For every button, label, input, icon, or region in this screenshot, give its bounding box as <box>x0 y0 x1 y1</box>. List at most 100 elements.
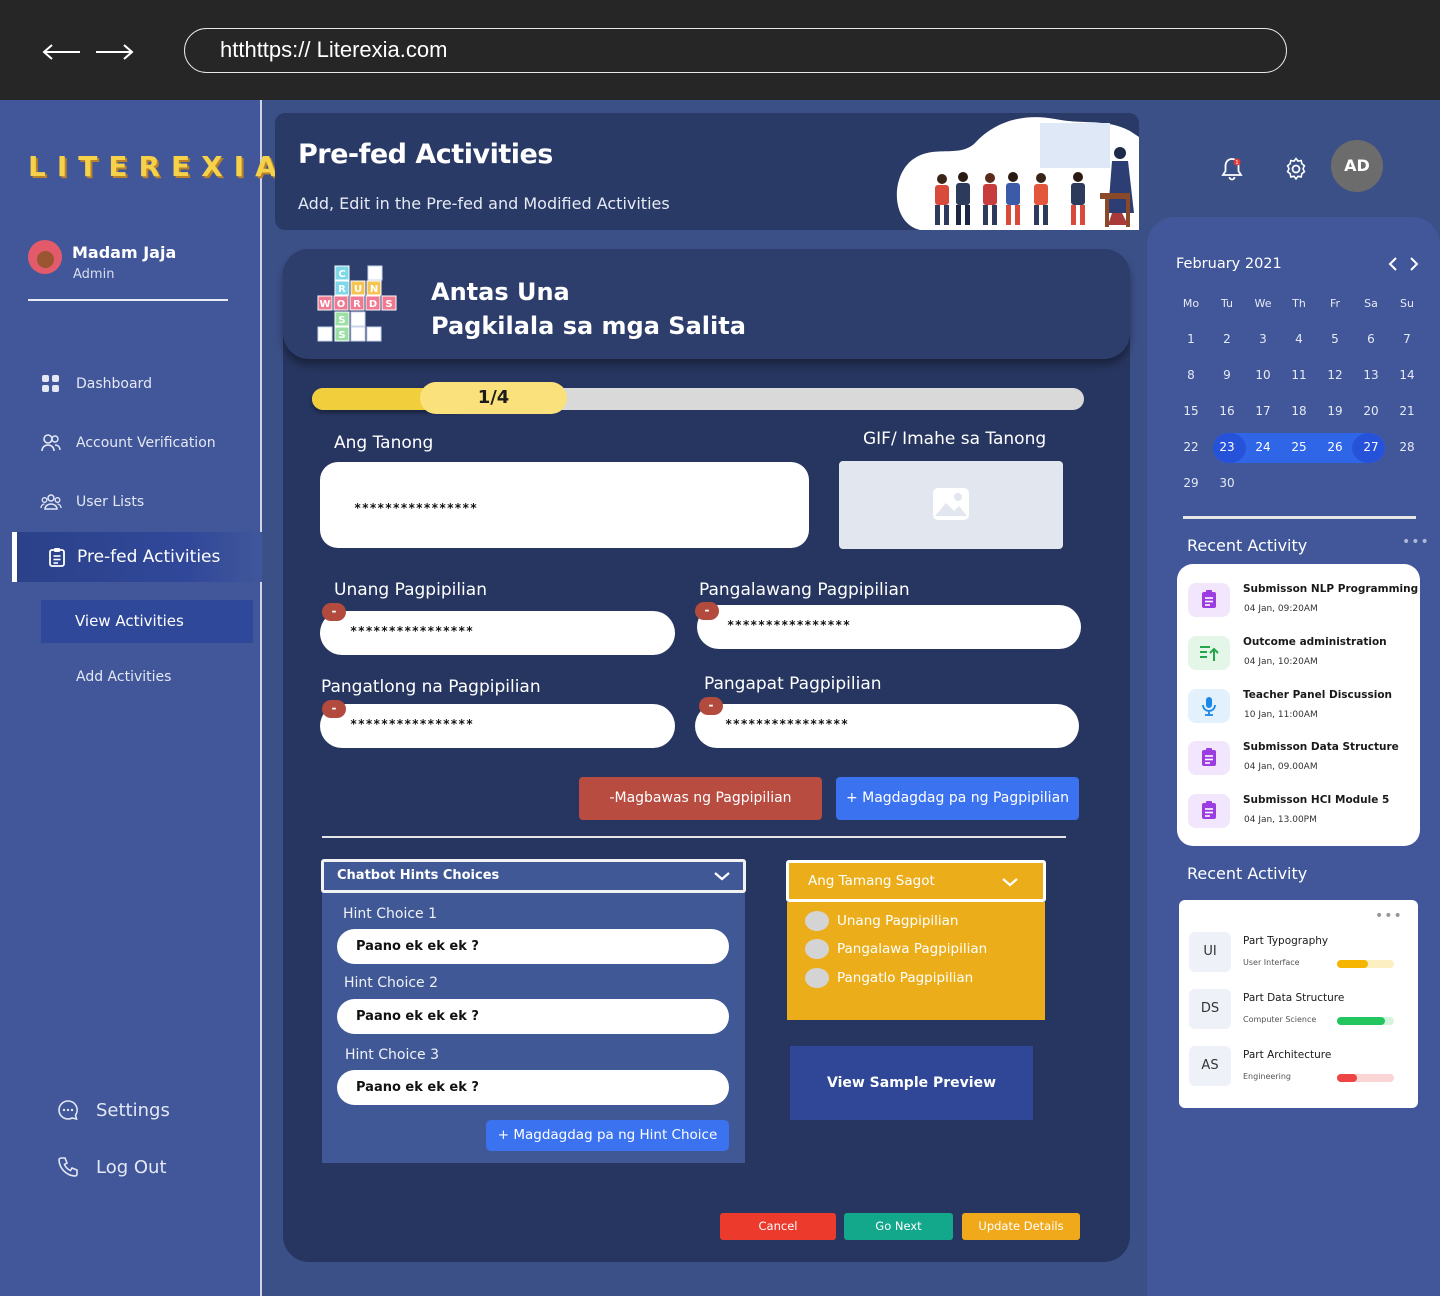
add-hint-button[interactable]: + Magdagdag pa ng Hint Choice <box>486 1120 729 1151</box>
back-arrow-icon[interactable] <box>40 38 84 66</box>
calendar-day[interactable]: 11 <box>1281 368 1317 382</box>
hint-input-1[interactable]: Paano ek ek ek ? <box>337 929 729 964</box>
app-logo[interactable]: LITEREXIA <box>28 150 288 183</box>
activity-title[interactable]: Submisson HCI Module 5 <box>1243 794 1389 806</box>
choice-input-3[interactable]: **************** <box>320 704 675 748</box>
logo-letter: W <box>319 299 330 310</box>
hint-input-2[interactable]: Paano ek ek ek ? <box>337 999 729 1034</box>
calendar-day[interactable]: 25 <box>1281 440 1317 454</box>
choice-label-2: Pangalawang Pagpipilian <box>699 580 910 600</box>
activity-title[interactable]: Outcome administration <box>1243 636 1387 648</box>
calendar-day[interactable]: 18 <box>1281 404 1317 418</box>
activity-title[interactable]: Submisson Data Structure <box>1243 741 1399 753</box>
sidebar-item-dashboard[interactable]: Dashboard <box>40 369 152 399</box>
part-title[interactable]: Part Typography <box>1243 935 1328 947</box>
calendar-day[interactable]: 4 <box>1281 332 1317 346</box>
calendar-day[interactable]: 29 <box>1173 476 1209 490</box>
calendar-day[interactable]: 10 <box>1245 368 1281 382</box>
answer-option[interactable]: Pangalawa Pagpipilian <box>805 939 987 959</box>
image-upload-box[interactable] <box>839 461 1063 549</box>
activity-time: 04 Jan, 09.00AM <box>1244 762 1318 772</box>
recent-activity-title: Recent Activity <box>1187 536 1308 555</box>
calendar-day[interactable]: 17 <box>1245 404 1281 418</box>
update-details-button[interactable]: Update Details <box>962 1213 1080 1240</box>
answer-option[interactable]: Unang Pagpipilian <box>805 911 958 931</box>
calendar-day[interactable]: 30 <box>1209 476 1245 490</box>
choice-input-1[interactable]: **************** <box>320 611 675 655</box>
correct-answer-dropdown[interactable]: Ang Tamang Sagot <box>786 860 1046 902</box>
remove-choice-2-button[interactable]: - <box>695 602 719 620</box>
calendar-day[interactable]: 7 <box>1389 332 1425 346</box>
calendar-day[interactable]: 21 <box>1389 404 1425 418</box>
subnav-view-activities[interactable]: View Activities <box>41 600 253 643</box>
calendar-day[interactable]: 20 <box>1353 404 1389 418</box>
gear-icon[interactable] <box>1283 156 1309 182</box>
calendar-day[interactable]: 6 <box>1353 332 1389 346</box>
activity-title[interactable]: Submisson NLP Programming <box>1243 583 1418 595</box>
go-next-button[interactable]: Go Next <box>844 1213 953 1240</box>
part-title[interactable]: Part Data Structure <box>1243 992 1344 1004</box>
cancel-button[interactable]: Cancel <box>720 1213 836 1240</box>
more-options-icon[interactable]: ••• <box>1375 908 1403 924</box>
calendar-day[interactable]: 13 <box>1353 368 1389 382</box>
logo-letter: R <box>338 284 346 295</box>
calendar-day[interactable]: 5 <box>1317 332 1353 346</box>
choice-label-1: Unang Pagpipilian <box>334 580 487 600</box>
remove-choice-4-button[interactable]: - <box>699 697 723 715</box>
choice-input-4[interactable]: **************** <box>695 704 1079 748</box>
hints-dropdown[interactable]: Chatbot Hints Choices <box>321 859 746 893</box>
radio-button[interactable] <box>805 939 829 959</box>
question-input[interactable]: **************** <box>320 462 809 548</box>
choice-input-2[interactable]: **************** <box>697 605 1081 649</box>
calendar-day[interactable]: 1 <box>1173 332 1209 346</box>
calendar-day[interactable]: 12 <box>1317 368 1353 382</box>
notification-bell-icon[interactable]: 1 <box>1219 156 1245 182</box>
view-sample-preview-button[interactable]: View Sample Preview <box>790 1046 1033 1120</box>
calendar-day[interactable]: 14 <box>1389 368 1425 382</box>
calendar-next-icon[interactable] <box>1408 256 1420 276</box>
url-bar[interactable]: htthttps:// Literexia.com <box>184 28 1287 73</box>
part-title[interactable]: Part Architecture <box>1243 1049 1331 1061</box>
calendar-day[interactable]: 3 <box>1245 332 1281 346</box>
logout-link[interactable]: Log Out <box>56 1155 167 1179</box>
sidebar-item-prefed-activities[interactable]: Pre-fed Activities <box>12 532 262 582</box>
sidebar-item-user-lists[interactable]: User Lists <box>40 487 144 517</box>
part-subtitle: User Interface <box>1243 958 1300 967</box>
remove-choice-1-button[interactable]: - <box>322 603 346 621</box>
user-avatar[interactable] <box>28 240 62 274</box>
remove-choice-3-button[interactable]: - <box>322 700 346 718</box>
settings-link[interactable]: Settings <box>56 1098 170 1122</box>
calendar-day[interactable]: 2 <box>1209 332 1245 346</box>
calendar-day[interactable]: 27 <box>1353 440 1389 454</box>
sidebar-item-account-verification[interactable]: Account Verification <box>40 428 216 458</box>
calendar-day[interactable]: 19 <box>1317 404 1353 418</box>
calendar-day[interactable]: 9 <box>1209 368 1245 382</box>
phone-icon <box>58 1157 78 1177</box>
radio-button[interactable] <box>805 968 829 988</box>
user-name: Madam Jaja <box>72 243 177 262</box>
remove-choice-button[interactable]: -Magbawas ng Pagpipilian <box>579 777 822 820</box>
subnav-add-activities[interactable]: Add Activities <box>76 669 171 685</box>
calendar-day[interactable]: 26 <box>1317 440 1353 454</box>
radio-button[interactable] <box>805 911 829 931</box>
calendar-weekday: Mo <box>1182 297 1200 310</box>
calendar-day[interactable]: 23 <box>1209 440 1245 454</box>
calendar-day[interactable]: 24 <box>1245 440 1281 454</box>
calendar-day[interactable]: 8 <box>1173 368 1209 382</box>
answer-option[interactable]: Pangatlo Pagpipilian <box>805 968 973 988</box>
group-icon <box>40 494 62 510</box>
calendar-day[interactable]: 28 <box>1389 440 1425 454</box>
activity-title[interactable]: Teacher Panel Discussion <box>1243 689 1392 701</box>
calendar-day[interactable]: 16 <box>1209 404 1245 418</box>
dashboard-icon <box>42 375 59 392</box>
add-choice-button[interactable]: + Magdagdag pa ng Pagpipilian <box>836 777 1079 820</box>
answer-option-label: Pangatlo Pagpipilian <box>837 970 974 986</box>
hint-input-3[interactable]: Paano ek ek ek ? <box>337 1070 729 1105</box>
calendar-day[interactable]: 22 <box>1173 440 1209 454</box>
calendar-prev-icon[interactable] <box>1387 256 1399 276</box>
more-options-icon[interactable]: ••• <box>1402 534 1430 550</box>
forward-arrow-icon[interactable] <box>92 38 136 66</box>
logo-letter: U <box>354 284 362 295</box>
calendar-day[interactable]: 15 <box>1173 404 1209 418</box>
profile-avatar[interactable]: AD <box>1331 140 1383 192</box>
